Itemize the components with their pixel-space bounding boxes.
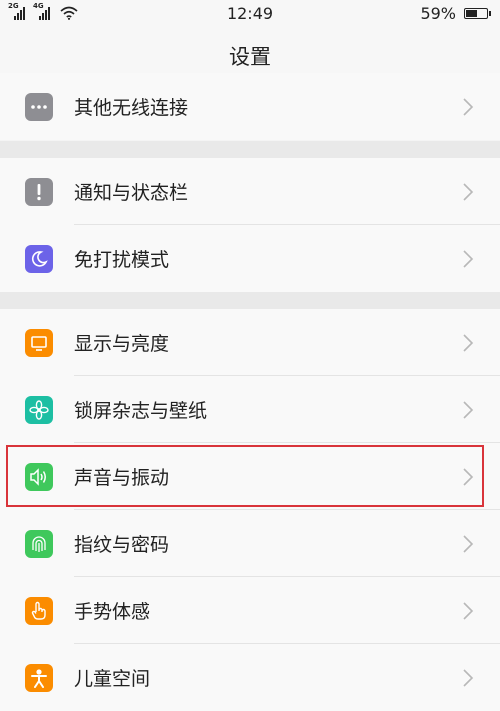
chevron-right-icon bbox=[463, 334, 474, 352]
display-icon bbox=[25, 329, 53, 357]
settings-item-label: 其他无线连接 bbox=[74, 97, 189, 119]
chevron-right-icon bbox=[463, 401, 474, 419]
settings-item-other-wireless[interactable]: 其他无线连接 bbox=[0, 73, 500, 140]
chevron-right-icon bbox=[463, 602, 474, 620]
settings-item-do-not-disturb[interactable]: 免打扰模式 bbox=[0, 225, 500, 292]
gesture-hand-icon bbox=[25, 597, 53, 625]
fingerprint-icon bbox=[25, 530, 53, 558]
status-bar: 2G 4G 12:49 59% bbox=[0, 0, 500, 28]
settings-item-label: 锁屏杂志与壁纸 bbox=[74, 400, 208, 422]
settings-item-label: 手势体感 bbox=[74, 601, 151, 623]
chevron-right-icon bbox=[463, 669, 474, 687]
settings-item-fingerprint-password[interactable]: 指纹与密码 bbox=[0, 510, 500, 577]
moon-icon bbox=[25, 245, 53, 273]
child-icon bbox=[25, 664, 53, 692]
settings-item-lockscreen-wallpaper[interactable]: 锁屏杂志与壁纸 bbox=[0, 376, 500, 443]
battery-icon bbox=[464, 8, 491, 19]
settings-group-personalization: 显示与亮度 锁屏杂志与壁纸 声音与振动 指纹与密码 手势体感 儿童空间 bbox=[0, 309, 500, 711]
more-dots-icon bbox=[25, 93, 53, 121]
exclamation-icon bbox=[25, 178, 53, 206]
settings-item-display-brightness[interactable]: 显示与亮度 bbox=[0, 309, 500, 376]
flower-icon bbox=[25, 396, 53, 424]
chevron-right-icon bbox=[463, 250, 474, 268]
settings-item-gestures[interactable]: 手势体感 bbox=[0, 577, 500, 644]
settings-item-label: 免打扰模式 bbox=[74, 249, 170, 271]
settings-group-connections: 其他无线连接 bbox=[0, 73, 500, 140]
battery-percent: 59% bbox=[420, 4, 456, 23]
settings-item-label: 指纹与密码 bbox=[74, 534, 170, 556]
page-title: 设置 bbox=[229, 44, 271, 69]
settings-item-notifications[interactable]: 通知与状态栏 bbox=[0, 158, 500, 225]
chevron-right-icon bbox=[463, 183, 474, 201]
settings-group-notifications: 通知与状态栏 免打扰模式 bbox=[0, 158, 500, 292]
settings-item-label: 显示与亮度 bbox=[74, 333, 170, 355]
section-divider bbox=[0, 141, 500, 158]
chevron-right-icon bbox=[463, 98, 474, 116]
settings-item-label: 儿童空间 bbox=[74, 668, 151, 690]
section-divider bbox=[0, 292, 500, 309]
settings-item-kids-space[interactable]: 儿童空间 bbox=[0, 644, 500, 711]
settings-item-label: 通知与状态栏 bbox=[74, 182, 189, 204]
chevron-right-icon bbox=[463, 535, 474, 553]
highlight-box bbox=[6, 445, 484, 507]
